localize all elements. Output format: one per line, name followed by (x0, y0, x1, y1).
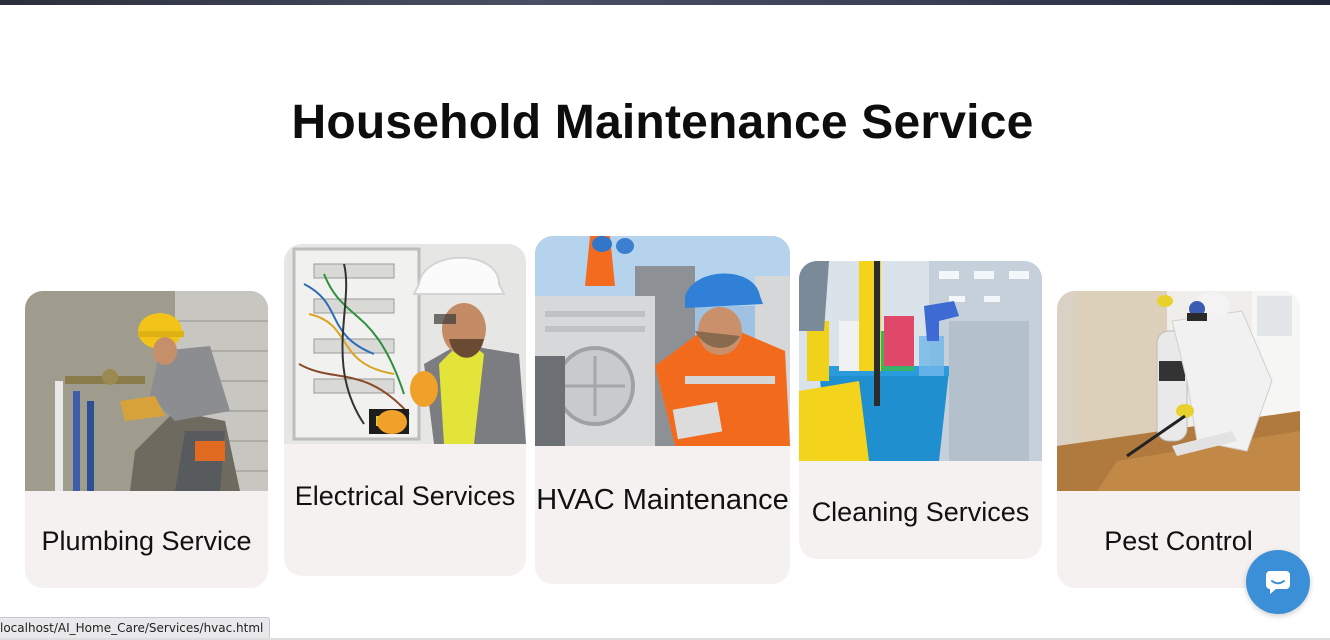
plumber-photo (25, 291, 268, 491)
service-label: HVAC Maintenance (536, 484, 789, 516)
hero-image-bottom-edge (0, 0, 1330, 5)
service-card-electrical[interactable]: Electrical Services (284, 244, 526, 576)
hvac-technician-photo (535, 236, 790, 446)
service-card-cleaning[interactable]: Cleaning Services (799, 261, 1042, 559)
chat-bubble-icon (1266, 571, 1290, 594)
page-title: Household Maintenance Service (291, 96, 1034, 149)
service-card-plumbing[interactable]: Plumbing Service (25, 291, 268, 588)
service-label: Plumbing Service (41, 526, 252, 556)
cleaning-supplies-photo (799, 261, 1042, 461)
pest-control-photo (1057, 291, 1300, 491)
service-card-hvac[interactable]: HVAC Maintenance (535, 236, 790, 584)
service-label: Cleaning Services (811, 497, 1030, 527)
service-label: Electrical Services (294, 481, 516, 511)
electrician-photo (284, 244, 526, 444)
status-bar-url: localhost/AI_Home_Care/Services/hvac.htm… (0, 617, 271, 640)
chat-button[interactable] (1246, 550, 1310, 614)
service-card-pest-control[interactable]: Pest Control (1057, 291, 1300, 588)
